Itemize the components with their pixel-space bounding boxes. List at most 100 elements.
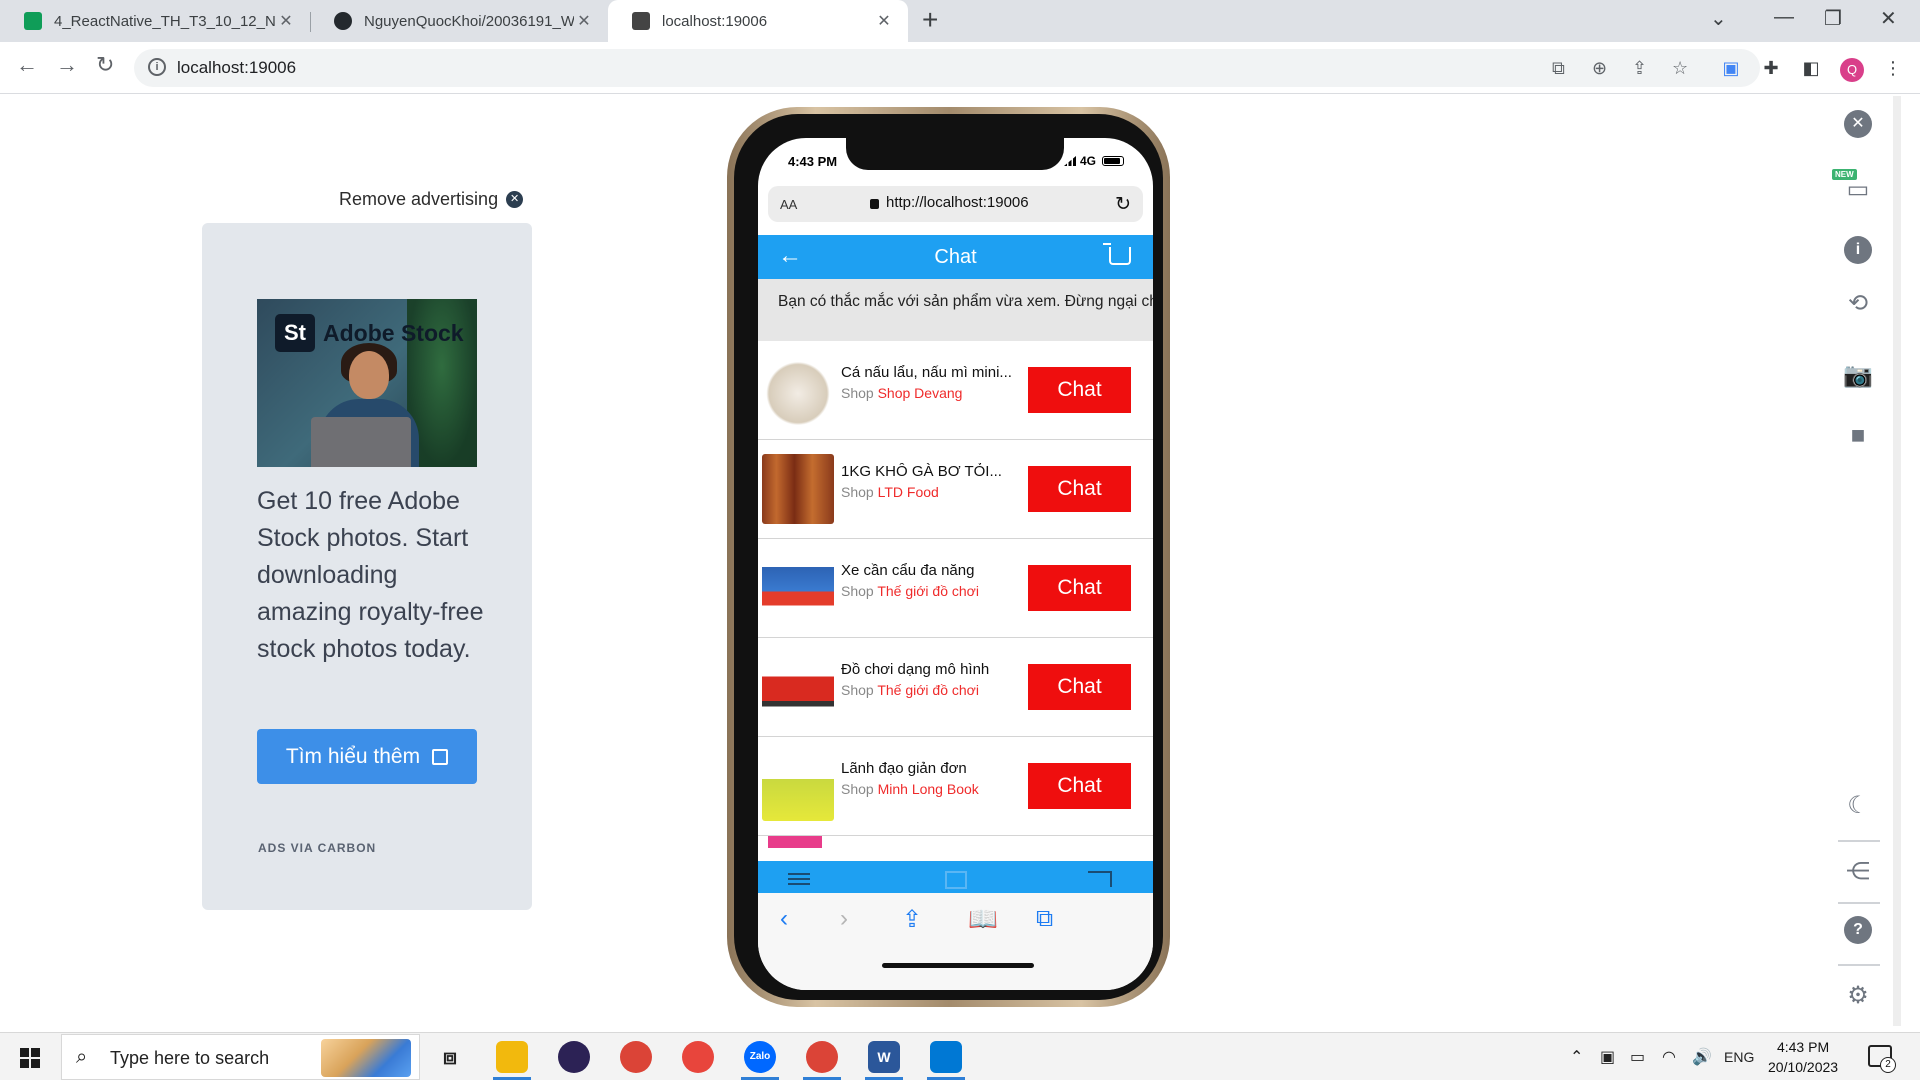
reload-icon[interactable]: ↻ <box>96 52 114 78</box>
chat-notice: Bạn có thắc mắc với sản phẩm vừa xem. Đừ… <box>758 279 1153 341</box>
zalo-icon[interactable]: Zalo <box>744 1041 776 1073</box>
snipping-tool-icon[interactable] <box>682 1041 714 1073</box>
tab-search-icon[interactable]: ⌄ <box>1710 6 1727 31</box>
profile-avatar[interactable]: Q <box>1840 58 1864 82</box>
forward-arrow-icon[interactable]: → <box>56 52 78 78</box>
search-placeholder: Type here to search <box>110 1048 270 1068</box>
windows-start-icon[interactable] <box>20 1048 40 1068</box>
learn-more-button[interactable]: Tìm hiểu thêm <box>257 729 477 784</box>
tab-github[interactable]: NguyenQuocKhoi/20036191_We ✕ <box>310 0 608 42</box>
google-translate-extension-icon[interactable]: ▣ <box>1720 57 1742 79</box>
ad-description[interactable]: Get 10 free Adobe Stock photos. Start do… <box>257 483 487 668</box>
shop-name[interactable]: LTD Food <box>878 484 939 500</box>
back-arrow-icon[interactable]: ← <box>16 52 38 78</box>
close-circle-icon[interactable]: ✕ <box>506 191 524 208</box>
return-icon[interactable] <box>1088 871 1112 887</box>
close-icon[interactable]: ✕ <box>276 11 296 31</box>
shop-name[interactable]: Thế giới đồ chơi <box>877 682 979 698</box>
product-thumbnail[interactable] <box>762 454 834 524</box>
chat-button[interactable]: Chat <box>1028 367 1131 413</box>
safari-tabs-icon[interactable]: ⧉ <box>1036 905 1053 933</box>
safari-forward-icon[interactable]: › <box>840 905 848 933</box>
eclipse-icon[interactable] <box>558 1041 590 1073</box>
wifi-icon[interactable]: ◠ <box>1662 1047 1676 1067</box>
info-icon[interactable]: i <box>1844 236 1872 264</box>
close-circle-icon[interactable]: ✕ <box>1844 110 1872 138</box>
lock-icon <box>870 198 879 209</box>
remove-advertising-link[interactable]: Remove advertising ✕ <box>339 189 524 210</box>
translate-icon[interactable]: ⧉ <box>1552 58 1565 79</box>
taskbar-search[interactable]: ⌕ Type here to search <box>61 1034 420 1080</box>
safari-bookmarks-icon[interactable]: 📖 <box>968 905 998 934</box>
side-panel-icon[interactable]: ◧ <box>1800 57 1822 79</box>
close-icon[interactable]: ✕ <box>874 11 894 31</box>
product-thumbnail[interactable] <box>762 553 834 623</box>
address-bar[interactable]: i localhost:19006 ⧉ ⊕ ⇪ ☆ <box>134 49 1760 87</box>
info-icon[interactable]: i <box>148 58 166 76</box>
shop-chat-list: Cá nấu lẩu, nấu mì mini... Shop Shop Dev… <box>758 341 1153 866</box>
chrome-icon[interactable] <box>620 1041 652 1073</box>
zoom-icon[interactable]: ⊕ <box>1592 58 1607 79</box>
shop-name[interactable]: Minh Long Book <box>878 781 979 797</box>
dark-mode-moon-icon[interactable]: ☾ <box>1840 788 1876 824</box>
meet-now-icon[interactable]: ▣ <box>1600 1047 1615 1067</box>
help-icon[interactable]: ? <box>1844 916 1872 944</box>
expo-icon <box>632 12 650 30</box>
product-thumbnail[interactable] <box>762 652 834 722</box>
product-thumbnail[interactable] <box>762 751 834 821</box>
ads-via-carbon-link[interactable]: ADS VIA CARBON <box>258 841 376 855</box>
chrome-profile-icon[interactable] <box>806 1041 838 1073</box>
product-name: Đồ chơi dạng mô hình <box>841 661 990 678</box>
shop-prefix: Shop <box>841 484 874 500</box>
battery-icon[interactable]: ▭ <box>1630 1047 1645 1067</box>
vscode-icon[interactable] <box>930 1041 962 1073</box>
product-thumbnail[interactable] <box>762 355 834 425</box>
cart-icon[interactable] <box>1103 243 1131 265</box>
shop-line: Shop LTD Food <box>841 484 939 500</box>
taskbar-clock[interactable]: 4:43 PM 20/10/2023 <box>1768 1037 1838 1077</box>
chat-button[interactable]: Chat <box>1028 763 1131 809</box>
safari-address-bar[interactable]: AA http://localhost:19006 ↻ <box>768 186 1143 222</box>
safari-back-icon[interactable]: ‹ <box>780 905 788 933</box>
menu-hamburger-icon[interactable] <box>788 873 810 875</box>
restore-icon[interactable]: ❐ <box>1824 6 1842 31</box>
text-size-button[interactable]: AA <box>780 197 797 212</box>
address-text[interactable]: localhost:19006 <box>177 58 296 78</box>
shop-name[interactable]: Thế giới đồ chơi <box>877 583 979 599</box>
tab-sheets[interactable]: 4_ReactNative_TH_T3_10_12_N2 ✕ <box>0 0 310 42</box>
volume-icon[interactable]: 🔊 <box>1692 1047 1712 1067</box>
chevron-up-icon[interactable]: ⌃ <box>1570 1047 1583 1067</box>
word-icon[interactable]: W <box>868 1041 900 1073</box>
ad-image[interactable]: St Adobe Stock <box>257 299 477 467</box>
chat-button[interactable]: Chat <box>1028 565 1131 611</box>
menu-kebab-icon[interactable]: ⋮ <box>1882 57 1904 79</box>
home-icon[interactable] <box>945 871 967 889</box>
share-nodes-icon[interactable]: ⋲ <box>1840 854 1876 890</box>
safari-share-icon[interactable]: ⇪ <box>902 905 922 934</box>
window-close-icon[interactable]: ✕ <box>1880 6 1897 31</box>
bookmark-star-icon[interactable]: ☆ <box>1672 58 1688 79</box>
task-view-icon[interactable]: ⧈ <box>434 1041 466 1073</box>
file-explorer-icon[interactable] <box>496 1041 528 1073</box>
adobe-stock-logo: St Adobe Stock <box>275 314 464 352</box>
safari-reload-icon[interactable]: ↻ <box>1115 193 1131 216</box>
new-tab-button[interactable]: + <box>922 6 938 34</box>
tab-localhost[interactable]: localhost:19006 ✕ <box>608 0 908 42</box>
rotate-icon[interactable]: ⟲ <box>1840 286 1876 322</box>
page-scrollbar[interactable] <box>1893 96 1901 1026</box>
gear-icon[interactable]: ⚙ <box>1840 978 1876 1014</box>
shop-name[interactable]: Shop Devang <box>878 385 963 401</box>
home-indicator[interactable] <box>882 963 1034 968</box>
close-icon[interactable]: ✕ <box>574 11 594 31</box>
minimize-icon[interactable]: — <box>1774 6 1794 29</box>
chat-button[interactable]: Chat <box>1028 466 1131 512</box>
device-switch-icon[interactable]: ▭ <box>1840 172 1876 208</box>
tab-title: localhost:19006 <box>662 12 768 30</box>
safari-url[interactable]: http://localhost:19006 <box>870 194 1029 211</box>
share-icon[interactable]: ⇪ <box>1632 58 1647 79</box>
video-camera-icon[interactable]: ■ <box>1840 418 1876 454</box>
extensions-puzzle-icon[interactable]: ✚ <box>1760 57 1782 79</box>
language-indicator[interactable]: ENG <box>1724 1049 1754 1065</box>
chat-button[interactable]: Chat <box>1028 664 1131 710</box>
camera-icon[interactable]: 📷 <box>1840 358 1876 394</box>
